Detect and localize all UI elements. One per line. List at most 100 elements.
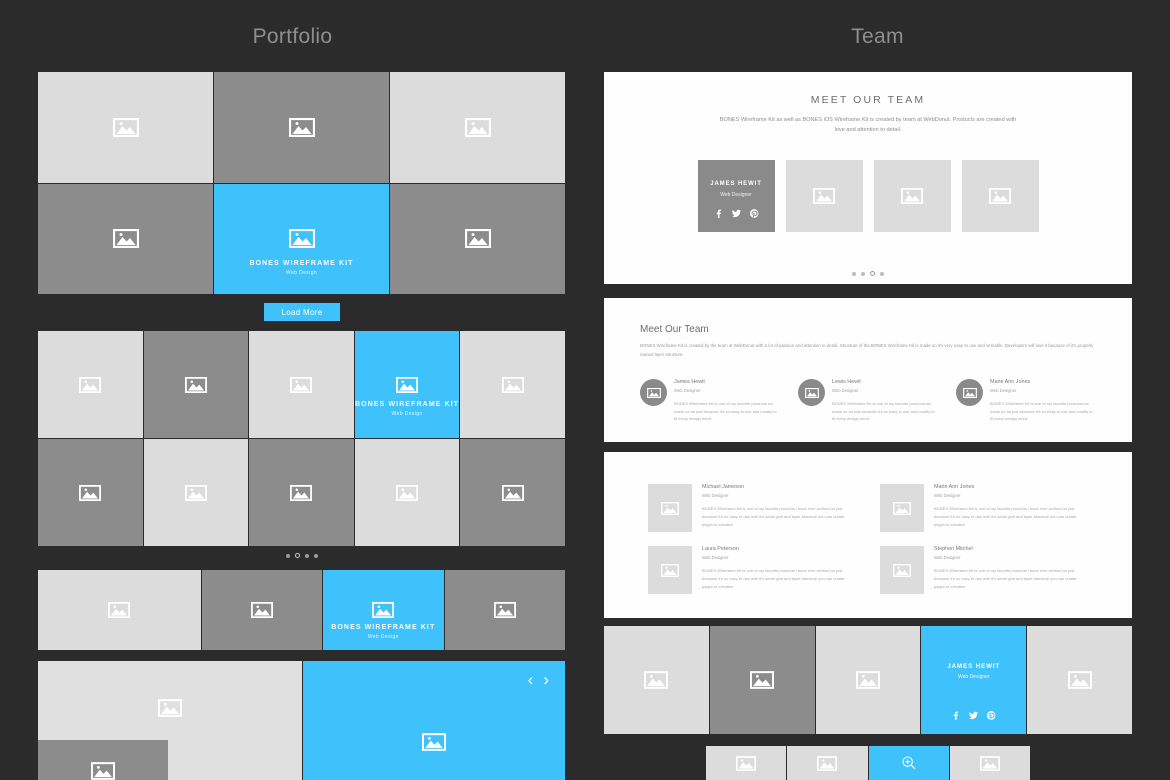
image-placeholder-icon — [112, 229, 139, 249]
portfolio-tile-subtitle: Web Design — [367, 634, 399, 640]
social-links[interactable] — [698, 208, 775, 220]
portfolio-tile[interactable] — [38, 570, 201, 650]
portfolio-tile-title: BONES WIREFRAME KIT — [355, 400, 460, 408]
portfolio-tile[interactable] — [214, 72, 389, 183]
portfolio-tile-subtitle: Web Design — [285, 270, 318, 276]
carousel-dot[interactable] — [294, 553, 300, 558]
portfolio-tile[interactable] — [460, 439, 565, 546]
portfolio-column-title: Portfolio — [252, 25, 333, 48]
portfolio-slider-arrows[interactable]: ‹ › — [528, 671, 549, 688]
image-placeholder-icon — [250, 602, 273, 618]
portfolio-tile[interactable] — [38, 72, 213, 183]
team-member: Lewis Hewit Web Designer BONES Wireframe K… — [798, 379, 938, 423]
image-placeholder-icon — [108, 602, 131, 618]
portfolio-tile[interactable] — [143, 331, 249, 438]
facebook-icon[interactable] — [951, 711, 960, 722]
portfolio-tile[interactable]: BONES WIREFRAME KIT Web Design — [323, 570, 444, 650]
carousel-dot[interactable] — [852, 271, 856, 276]
team-tile[interactable]: JAMES HEWIT Web Designer — [921, 626, 1027, 734]
team-member: Marie Ann Jones Web Designer BONES Wirefra… — [880, 484, 1088, 532]
image-placeholder-icon — [290, 376, 313, 393]
portfolio-carousel-dots[interactable] — [0, 553, 603, 558]
image-placeholder-icon — [813, 187, 835, 204]
team-member-card[interactable]: JAMES HEWIT Web Designer — [697, 159, 775, 232]
portfolio-slide-left[interactable] — [38, 661, 302, 780]
team-member-card[interactable] — [873, 159, 951, 232]
portfolio-tile[interactable] — [201, 570, 323, 650]
portfolio-slide-left-sub[interactable] — [38, 740, 168, 780]
portfolio-tile[interactable] — [354, 439, 460, 546]
portfolio-tile[interactable] — [249, 439, 354, 546]
load-more-button[interactable]: Load More — [264, 303, 340, 321]
team-thumbnail[interactable] — [787, 746, 868, 780]
carousel-dot[interactable] — [870, 271, 875, 276]
chevron-left-icon[interactable]: ‹ — [528, 671, 534, 688]
team-member-role: Web Designer — [832, 388, 859, 394]
portfolio-tile-caption: BONES WIREFRAME KIT Web Design — [355, 401, 460, 417]
portfolio-tile[interactable] — [390, 72, 565, 183]
portfolio-tile[interactable]: BONES WIREFRAME KIT Web Design — [214, 183, 389, 294]
twitter-icon[interactable] — [731, 209, 741, 220]
team-tile[interactable] — [709, 626, 815, 734]
carousel-dot[interactable] — [861, 271, 865, 276]
team-tile[interactable] — [1027, 626, 1132, 734]
portfolio-tile-subtitle: Web Design — [391, 410, 423, 417]
portfolio-tile[interactable]: BONES WIREFRAME KIT Web Design — [354, 331, 460, 438]
team-thumbnail[interactable] — [868, 746, 949, 780]
team-thumbnail[interactable] — [949, 746, 1030, 780]
portfolio-slide-right[interactable]: ‹ › — [303, 661, 565, 780]
team-member: Michael Jameson Web Designer BONES Wirefra… — [648, 484, 856, 532]
team-thumbnail[interactable] — [706, 746, 787, 780]
twitter-icon[interactable] — [969, 711, 979, 722]
team-member-description: BONES Wireframe Kit is one of my favorit… — [934, 568, 1077, 589]
carousel-dot[interactable] — [285, 553, 290, 558]
portfolio-tile[interactable] — [38, 183, 213, 294]
chevron-right-icon[interactable]: › — [543, 671, 549, 688]
zoom-in-icon — [901, 755, 917, 771]
carousel-dot[interactable] — [304, 553, 309, 558]
team-member-card[interactable] — [785, 159, 863, 232]
avatar — [956, 379, 983, 407]
team-tile[interactable] — [604, 626, 709, 734]
social-links[interactable] — [921, 711, 1026, 722]
image-placeholder-icon — [501, 484, 524, 501]
pinterest-icon[interactable] — [987, 711, 996, 722]
portfolio-tile-caption: BONES WIREFRAME KIT Web Design — [214, 260, 389, 276]
image-placeholder-icon — [290, 484, 313, 501]
team-member-description: BONES Wireframe Kit is one of my favorit… — [990, 401, 1093, 422]
image-placeholder-icon — [1067, 671, 1092, 689]
portfolio-tile[interactable] — [249, 331, 354, 438]
portfolio-tile[interactable] — [38, 439, 143, 546]
team-member-photo — [880, 546, 924, 594]
team-tile[interactable] — [815, 626, 921, 734]
avatar — [798, 379, 825, 407]
image-placeholder-icon — [989, 187, 1011, 204]
pinterest-icon[interactable] — [749, 208, 759, 220]
portfolio-tile[interactable] — [390, 183, 565, 294]
carousel-dot[interactable] — [313, 553, 318, 558]
team-panel1-header: MEET OUR TEAM BONES Wireframe Kit as wel… — [604, 72, 1132, 136]
team-member-role: Web Designer — [674, 388, 701, 394]
team-panel1-card-row: JAMES HEWIT Web Designer — [604, 159, 1132, 232]
facebook-icon[interactable] — [714, 209, 723, 220]
portfolio-tile[interactable] — [444, 570, 565, 650]
team-member-name: Marie Ann Jones — [990, 379, 1031, 386]
team-member-photo — [648, 484, 692, 532]
team-member-role: Web Designer — [702, 555, 729, 560]
image-placeholder-icon — [901, 187, 923, 204]
image-placeholder-icon — [893, 563, 911, 577]
portfolio-tile[interactable] — [38, 331, 143, 438]
portfolio-tile[interactable] — [143, 439, 249, 546]
carousel-dot[interactable] — [880, 271, 884, 276]
team-member-description: BONES Wireframe Kit is one of my favorit… — [702, 506, 845, 527]
team-carousel-dots[interactable] — [604, 271, 1132, 276]
team-column-title: Team — [851, 25, 904, 48]
team-member-name: James Hewit — [674, 379, 705, 386]
image-placeholder-icon — [158, 699, 182, 717]
team-panel-members-squares: Michael Jameson Web Designer BONES Wirefra… — [604, 452, 1132, 618]
team-member-card[interactable] — [961, 159, 1039, 232]
image-placeholder-icon — [464, 229, 491, 249]
portfolio-tile[interactable] — [460, 331, 565, 438]
image-placeholder-icon — [184, 484, 207, 501]
team-member-photo — [880, 484, 924, 532]
